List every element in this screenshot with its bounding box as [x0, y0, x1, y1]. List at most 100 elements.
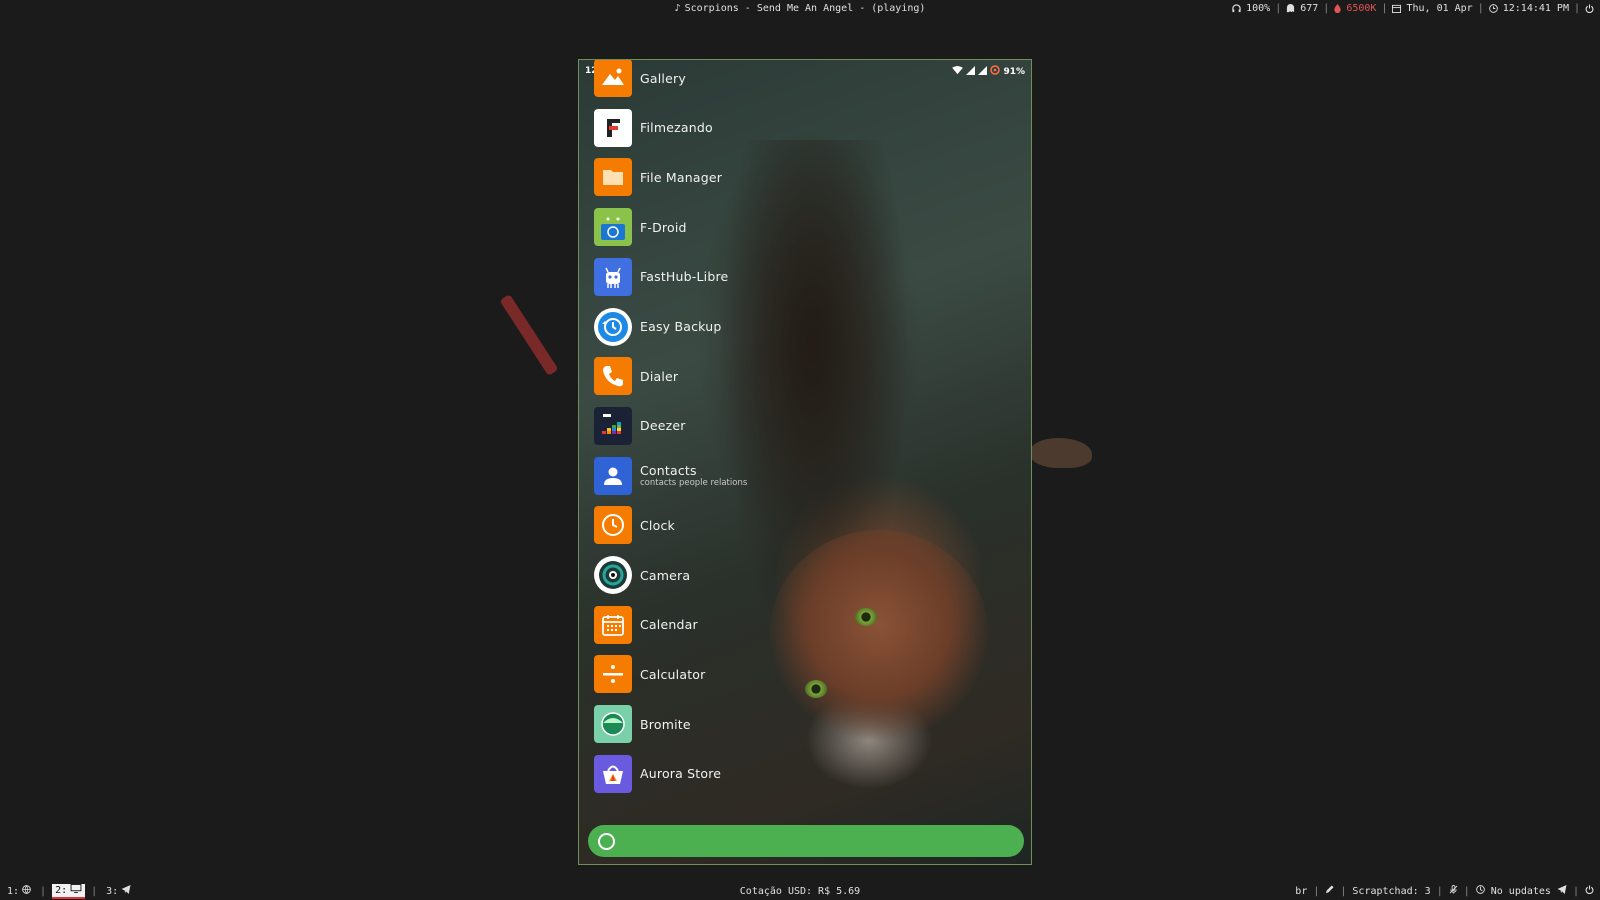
- separator: |: [1436, 886, 1443, 897]
- wallpaper-cat-eye: [805, 680, 827, 698]
- app-item-calculator[interactable]: Calculator: [594, 654, 705, 694]
- app-name: Clock: [640, 517, 675, 533]
- time[interactable]: 12:14:41 PM: [1503, 0, 1569, 17]
- app-text: Calendar: [640, 617, 698, 632]
- app-search-bar[interactable]: [588, 825, 1024, 857]
- app-text: Filmezando: [640, 120, 713, 135]
- app-item-calendar[interactable]: Calendar: [594, 605, 698, 645]
- power-icon[interactable]: [1585, 0, 1594, 17]
- app-text: Camera: [640, 568, 690, 583]
- camera-icon: [594, 556, 632, 594]
- background-stick-shape: [499, 293, 559, 377]
- app-name: FastHub-Libre: [640, 269, 729, 285]
- separator: |: [1381, 3, 1388, 14]
- now-playing-text: Scorpions - Send Me An Angel - (playing): [684, 3, 926, 14]
- app-text: Contacts contacts people relations: [640, 463, 747, 488]
- app-text: Bromite: [640, 717, 691, 732]
- app-name: F-Droid: [640, 219, 687, 235]
- app-item-bromite[interactable]: Bromite: [594, 704, 691, 744]
- ghost-icon: [1286, 0, 1295, 17]
- deezer-icon: [594, 406, 632, 445]
- phone-screen-mirror[interactable]: 12:14 91% GalleryFilmezandoFile ManagerF…: [578, 59, 1032, 865]
- app-item-easy-backup[interactable]: Easy Backup: [594, 307, 721, 347]
- separator: |: [1573, 3, 1580, 14]
- app-item-gallery[interactable]: Gallery: [594, 60, 686, 98]
- separator: |: [1275, 3, 1282, 14]
- top-status-bar: ♪ Scorpions - Send Me An Angel - (playing…: [0, 0, 1600, 17]
- app-name: Dialer: [640, 368, 679, 384]
- ghost-count: 677: [1300, 3, 1319, 14]
- background-paw-shape: [1030, 438, 1092, 468]
- separator: |: [1477, 3, 1484, 14]
- wallpaper-cat-eye: [855, 608, 877, 626]
- app-name: Calculator: [640, 666, 706, 682]
- separator: |: [1572, 886, 1579, 897]
- app-text: Deezer: [640, 418, 686, 433]
- updates-status[interactable]: No updates: [1491, 883, 1551, 900]
- signal-icon: [966, 65, 976, 78]
- app-item-dialer[interactable]: Dialer: [594, 356, 678, 396]
- separator: |: [1323, 3, 1330, 14]
- app-item-clock[interactable]: Clock: [594, 505, 675, 545]
- app-name: File Manager: [640, 169, 723, 185]
- app-item-aurora-store[interactable]: Aurora Store: [594, 754, 721, 794]
- updates-icon: [1475, 883, 1485, 900]
- color-temp[interactable]: 6500K: [1346, 0, 1376, 17]
- wifi-icon: [952, 65, 964, 78]
- fdroid-icon: [594, 208, 632, 247]
- clock-small-icon: [1488, 0, 1498, 17]
- app-name: Calendar: [640, 617, 698, 633]
- app-item-deezer[interactable]: Deezer: [594, 406, 686, 446]
- app-item-filmezando[interactable]: Filmezando: [594, 108, 713, 148]
- pencil-icon[interactable]: [1325, 883, 1334, 900]
- aurora-icon: [594, 754, 632, 793]
- separator: |: [1463, 886, 1470, 897]
- volume-level[interactable]: 100%: [1246, 0, 1270, 17]
- app-item-contacts[interactable]: Contacts contacts people relations: [594, 456, 747, 496]
- app-tags: contacts people relations: [640, 478, 748, 489]
- wallpaper-cat-head: [769, 530, 989, 740]
- app-item-fasthub-libre[interactable]: FastHub-Libre: [594, 257, 728, 297]
- search-ring-icon: [598, 833, 615, 850]
- app-text: Clock: [640, 518, 675, 533]
- folder-icon: [594, 158, 632, 197]
- phone-status-icons: 91%: [952, 65, 1025, 78]
- fasthub-icon: [594, 257, 632, 296]
- backup-icon: [594, 307, 632, 346]
- clock-icon: [594, 506, 632, 545]
- phone-icon: [594, 357, 632, 396]
- app-text: F-Droid: [640, 220, 687, 235]
- power-icon[interactable]: [1585, 883, 1594, 900]
- signal-icon: [978, 65, 988, 78]
- app-item-f-droid[interactable]: F-Droid: [594, 207, 687, 247]
- app-text: Gallery: [640, 71, 686, 86]
- app-item-camera[interactable]: Camera: [594, 555, 690, 595]
- battery-level: 91%: [1003, 66, 1025, 77]
- gallery-icon: [594, 60, 632, 97]
- app-name: Easy Backup: [640, 319, 722, 334]
- app-text: Aurora Store: [640, 766, 721, 781]
- bottom-status-bar: 1: | 2: | 3: Cotação USD: R$ 5.69 br | |…: [0, 883, 1600, 900]
- mic-muted-icon[interactable]: [1449, 883, 1458, 900]
- app-item-file-manager[interactable]: File Manager: [594, 157, 722, 197]
- music-note-icon: ♪: [674, 3, 681, 14]
- app-name: Aurora Store: [640, 766, 722, 782]
- scratchpad-count[interactable]: Scraptchad: 3: [1352, 883, 1430, 900]
- app-text: Easy Backup: [640, 319, 721, 334]
- app-text: Dialer: [640, 369, 678, 384]
- system-tray: 100% | 677 | 6500K | Thu, 01 Apr | 12:14…: [1232, 0, 1594, 17]
- app-name: Contacts: [640, 463, 697, 479]
- app-name: Filmezando: [640, 120, 713, 136]
- battery-saver-icon: [990, 65, 1001, 78]
- app-name: Bromite: [640, 716, 691, 732]
- separator: |: [1340, 886, 1347, 897]
- app-text: Calculator: [640, 667, 705, 682]
- keyboard-layout[interactable]: br: [1295, 883, 1307, 900]
- send-icon[interactable]: [1557, 883, 1567, 900]
- app-text: File Manager: [640, 170, 722, 185]
- contacts-icon: [594, 456, 632, 495]
- bottom-tray: br | | Scraptchad: 3 | | No updates |: [1295, 883, 1594, 900]
- app-name: Camera: [640, 567, 691, 583]
- date[interactable]: Thu, 01 Apr: [1406, 0, 1472, 17]
- separator: |: [1313, 886, 1320, 897]
